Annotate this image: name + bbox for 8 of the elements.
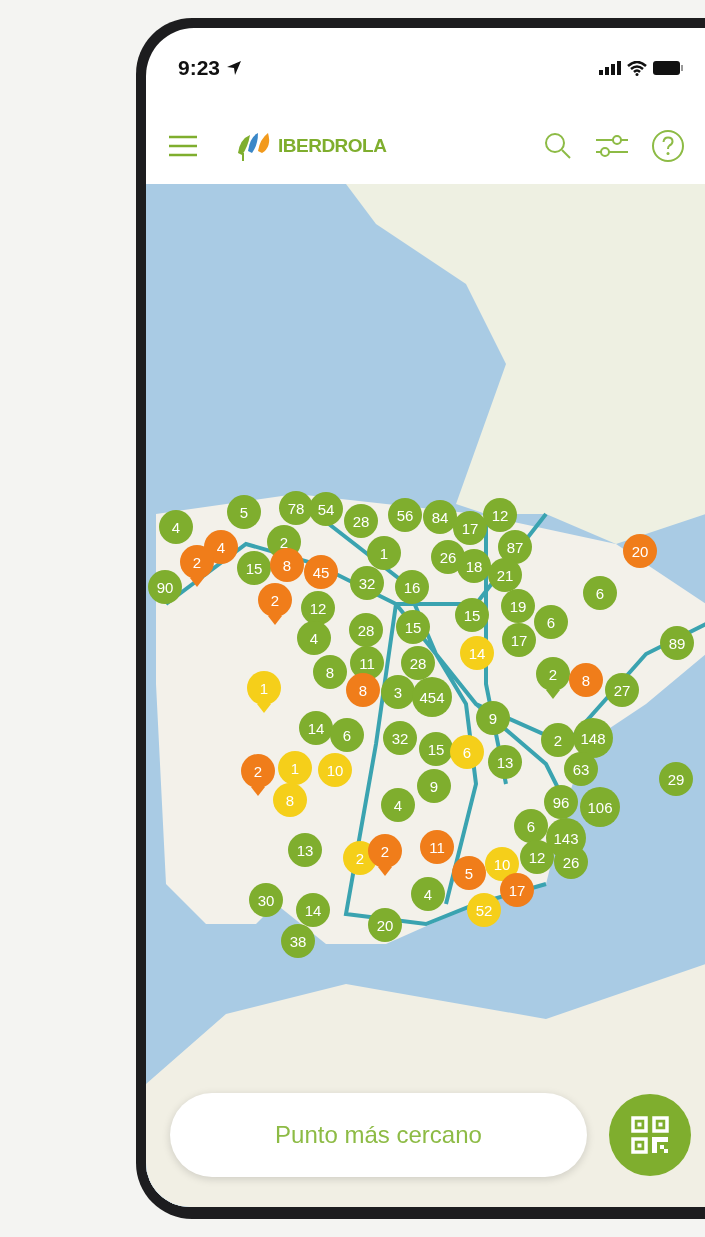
signal-icon [599, 61, 621, 75]
battery-icon [653, 61, 683, 75]
location-arrow-icon [226, 60, 243, 76]
qr-code-icon [630, 1115, 670, 1155]
nearest-point-button[interactable]: Punto más cercano [170, 1093, 587, 1177]
wifi-icon [627, 60, 647, 76]
status-time: 9:23 [178, 56, 221, 80]
logo-text: IBERDROLA [278, 135, 387, 157]
